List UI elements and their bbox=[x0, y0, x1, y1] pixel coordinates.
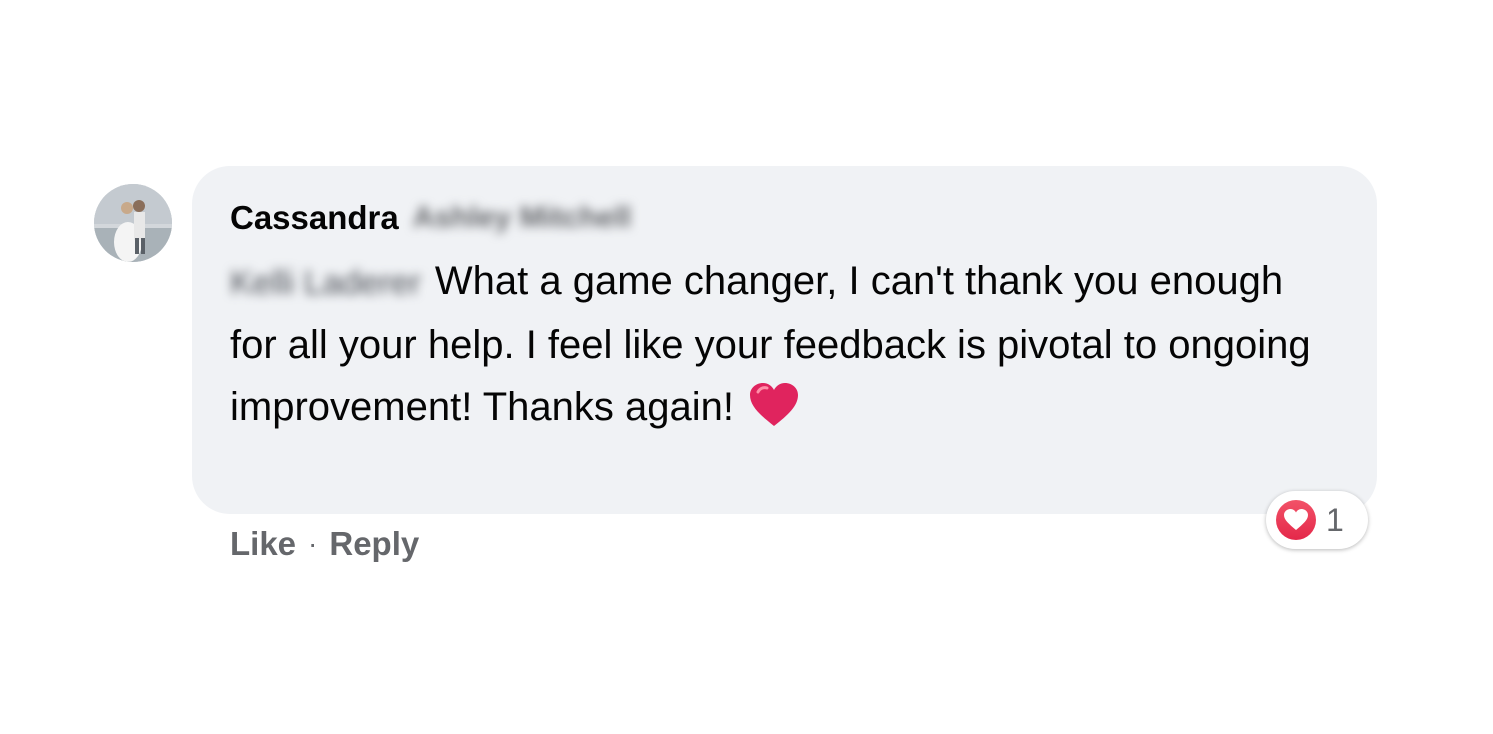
reply-button[interactable]: Reply bbox=[329, 525, 419, 563]
avatar-photo bbox=[94, 184, 172, 262]
avatar[interactable] bbox=[94, 184, 172, 262]
comment-text: Kelli Laderer What a game changer, I can'… bbox=[230, 250, 1340, 446]
comment-bubble: Cassandra Ashley Mitchell Kelli Laderer W… bbox=[192, 166, 1377, 514]
heart-emoji-icon bbox=[748, 382, 800, 446]
tagged-name-blurred[interactable]: Kelli Laderer bbox=[230, 252, 421, 314]
author-name[interactable]: Cassandra bbox=[230, 199, 399, 237]
reaction-count: 1 bbox=[1326, 501, 1344, 538]
author-name-blurred[interactable]: Ashley Mitchell bbox=[413, 201, 631, 235]
action-separator: · bbox=[308, 528, 318, 559]
reaction-summary[interactable]: 1 bbox=[1266, 491, 1368, 549]
like-button[interactable]: Like bbox=[230, 525, 296, 563]
heart-reaction-icon bbox=[1276, 500, 1316, 540]
comment-author: Cassandra Ashley Mitchell bbox=[230, 198, 631, 238]
comment-actions: Like · Reply bbox=[230, 522, 419, 566]
